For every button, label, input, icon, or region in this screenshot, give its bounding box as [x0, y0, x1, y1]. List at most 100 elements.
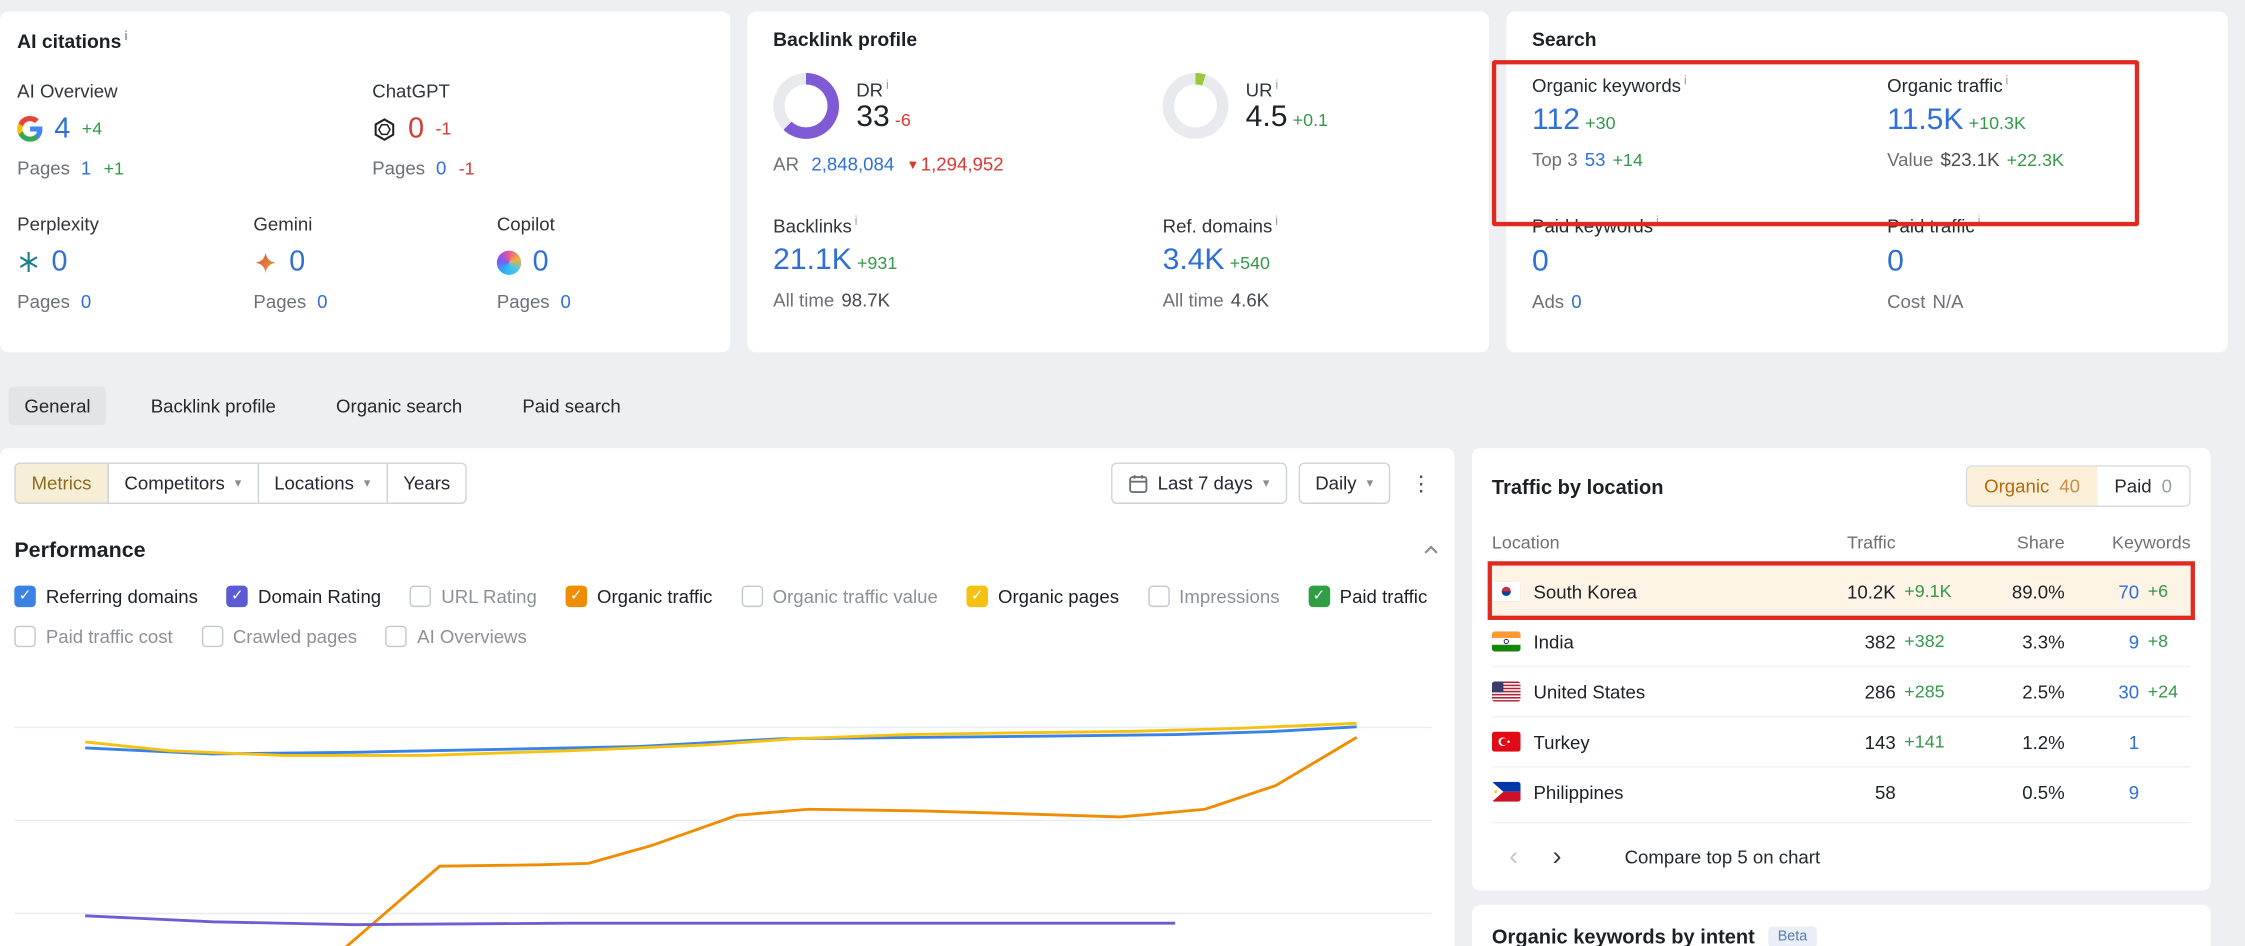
ref-domains-value[interactable]: 3.4K [1163, 244, 1225, 277]
organic-keywords-value[interactable]: 112 [1532, 104, 1580, 137]
info-icon[interactable]: i [1275, 213, 1278, 227]
traffic-by-location-card: Traffic by location Organic40 Paid0 Loca… [1472, 448, 2211, 890]
value-delta: +22.3K [2007, 151, 2064, 171]
tab-general[interactable]: General [9, 387, 107, 426]
date-range-button[interactable]: Last 7 days ▾ [1110, 462, 1286, 504]
competitors-button[interactable]: Competitors▾ [107, 462, 258, 504]
info-icon[interactable]: i [855, 213, 858, 227]
info-icon[interactable]: i [1656, 214, 1659, 228]
traffic-by-location-title: Traffic by location [1492, 475, 1664, 498]
metric-checkbox-referring-domains[interactable]: ✓Referring domains [14, 586, 198, 607]
traffic-value: 58 [1875, 781, 1896, 802]
granularity-button[interactable]: Daily▾ [1298, 462, 1390, 504]
metric-checkbox-paid-traffic-cost[interactable]: Paid traffic cost [14, 626, 172, 647]
compare-top5-button[interactable]: Compare top 5 on chart [1616, 845, 1829, 869]
keywords-value[interactable]: 70 [2118, 581, 2139, 602]
citation-count[interactable]: 0 [533, 247, 549, 277]
organic-traffic-value[interactable]: 11.5K [1887, 104, 1963, 137]
column-header-keywords[interactable]: Keywords [2065, 533, 2191, 553]
metric-checkbox-crawled-pages[interactable]: Crawled pages [201, 626, 357, 647]
prev-page-button[interactable]: ‹ [1492, 840, 1535, 873]
pages-count[interactable]: 1 [81, 157, 91, 178]
share-value: 89.0% [1970, 581, 2064, 602]
traffic-delta: +285 [1904, 682, 1970, 702]
metric-checkbox-ai-overviews[interactable]: AI Overviews [386, 626, 527, 647]
backlinks-value[interactable]: 21.1K [773, 244, 852, 277]
traffic-delta: +141 [1904, 732, 1970, 752]
metric-checkbox-paid-traffic[interactable]: ✓Paid traffic [1308, 586, 1427, 607]
ref-domains-delta: +540 [1230, 254, 1270, 274]
years-button[interactable]: Years [386, 462, 467, 504]
table-row-south-korea: South Korea 10.2K+9.1K 89.0% 70+6 [1492, 566, 2191, 616]
kebab-menu-icon[interactable]: ⋮ [1402, 467, 1441, 498]
metric-checkbox-organic-traffic[interactable]: ✓Organic traffic [565, 586, 712, 607]
traffic-location-table: Location Traffic Share Keywords South Ko… [1492, 524, 2191, 816]
pages-count[interactable]: 0 [317, 290, 327, 311]
info-icon[interactable]: i [886, 77, 889, 91]
organic-keywords-delta: +30 [1585, 114, 1615, 134]
tab-organic-search[interactable]: Organic search [320, 387, 478, 426]
metric-checkbox-impressions[interactable]: Impressions [1148, 586, 1280, 607]
metric-checkbox-organic-pages[interactable]: ✓Organic pages [966, 586, 1119, 607]
column-header-traffic[interactable]: Traffic [1793, 533, 1971, 553]
calendar-icon [1128, 473, 1148, 493]
tab-paid-search[interactable]: Paid search [507, 387, 637, 426]
ur-donut-chart [1163, 73, 1229, 139]
metrics-button[interactable]: Metrics [14, 462, 108, 504]
pages-label: Pages [497, 290, 550, 311]
chart-toolbar: Metrics Competitors▾ Locations▾ Years La… [14, 462, 1440, 504]
metric-checkbox-organic-traffic-value[interactable]: Organic traffic value [741, 586, 938, 607]
checkbox-icon [741, 586, 762, 607]
paid-traffic-value[interactable]: 0 [1887, 245, 1904, 278]
metric-checkbox-url-rating[interactable]: URL Rating [410, 586, 537, 607]
value-amount: $23.1K [1941, 150, 2000, 171]
alltime-value: 4.6K [1231, 290, 1269, 311]
toggle-paid[interactable]: Paid0 [2097, 467, 2189, 506]
info-icon[interactable]: i [1275, 77, 1278, 91]
locations-button[interactable]: Locations▾ [257, 462, 388, 504]
collapse-chevron-icon[interactable] [1422, 541, 1441, 560]
keywords-value[interactable]: 1 [2129, 731, 2139, 752]
citation-count[interactable]: 0 [408, 114, 424, 144]
info-icon[interactable]: i [2006, 73, 2009, 87]
column-header-share[interactable]: Share [1970, 533, 2064, 553]
ur-delta: +0.1 [1293, 110, 1328, 130]
keywords-delta: +6 [2148, 581, 2191, 601]
toggle-organic[interactable]: Organic40 [1967, 467, 2097, 506]
paid-count-badge: 0 [2162, 475, 2172, 496]
citation-count[interactable]: 0 [52, 247, 68, 277]
paid-keywords-label: Paid keywordsi [1532, 214, 1887, 237]
checkbox-icon: ✓ [14, 586, 35, 607]
citation-count[interactable]: 0 [289, 247, 305, 277]
chevron-down-icon: ▾ [235, 475, 241, 491]
metric-checkbox-domain-rating[interactable]: ✓Domain Rating [227, 586, 382, 607]
tab-backlink-profile[interactable]: Backlink profile [135, 387, 292, 426]
domain-rating-block: DRi 33 -6 AR 2,848,084 ▼1,294,952 [773, 73, 1162, 175]
column-header-location[interactable]: Location [1492, 533, 1793, 553]
top3-value[interactable]: 53 [1585, 150, 1606, 171]
keywords-value[interactable]: 9 [2129, 631, 2139, 652]
pages-delta: -1 [459, 158, 475, 178]
overview-cards-row: AI citationsi AI Overview 4 +4 Pages 1 [0, 0, 2245, 352]
ai-citation-gemini: Gemini 0 Pages 0 [253, 213, 496, 312]
paid-keywords-value[interactable]: 0 [1532, 245, 1549, 278]
performance-line-chart[interactable] [14, 673, 1431, 946]
pages-count[interactable]: 0 [81, 290, 91, 311]
backlinks-delta: +931 [857, 254, 897, 274]
info-icon[interactable]: i [1978, 214, 1981, 228]
keywords-value[interactable]: 30 [2118, 681, 2139, 702]
keywords-value[interactable]: 9 [2129, 781, 2139, 802]
ai-source-name: AI Overview [17, 79, 372, 100]
pages-count[interactable]: 0 [436, 157, 446, 178]
info-icon[interactable]: i [1684, 73, 1687, 87]
gemini-icon [253, 250, 277, 274]
checkbox-icon: ✓ [565, 586, 586, 607]
checkbox-icon: ✓ [966, 586, 987, 607]
organic-keywords-block: Organic keywordsi 112 +30 Top 353+14 [1532, 73, 1887, 171]
pages-count[interactable]: 0 [561, 290, 571, 311]
next-page-button[interactable]: › [1535, 840, 1578, 873]
ads-value[interactable]: 0 [1571, 291, 1581, 312]
citation-count[interactable]: 4 [54, 114, 70, 144]
info-icon[interactable]: i [124, 29, 128, 43]
ar-value[interactable]: 2,848,084 [811, 153, 894, 174]
